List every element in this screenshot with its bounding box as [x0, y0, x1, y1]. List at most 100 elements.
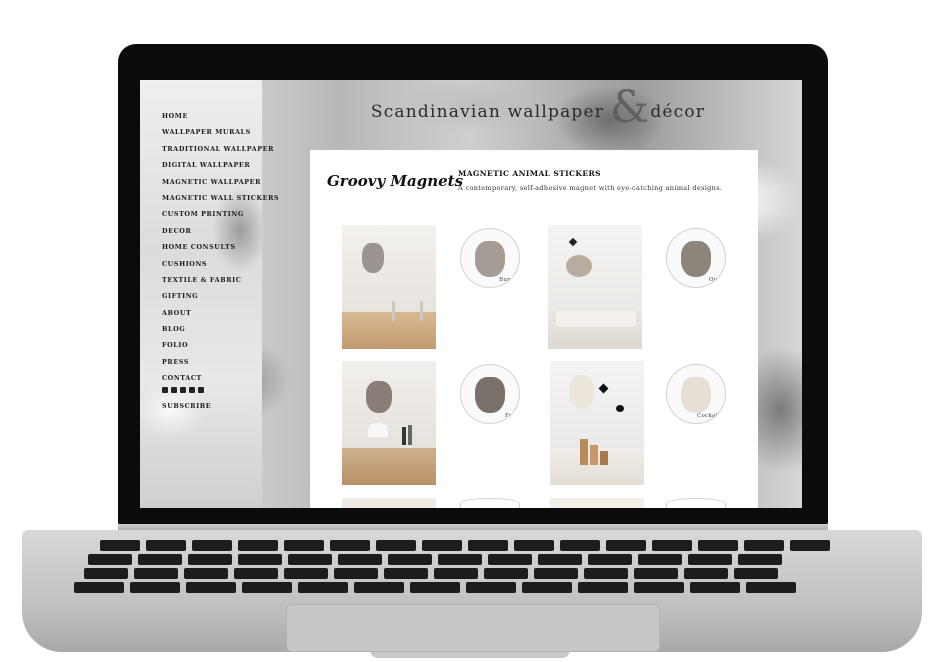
keyboard-key [422, 540, 462, 551]
nav-item-folio[interactable]: FOLIO [162, 337, 279, 353]
nav-item-textile-fabric[interactable]: TEXTILE & FABRIC [162, 272, 279, 288]
keyboard-key [74, 582, 124, 593]
product-caption: Cockatiel [697, 413, 726, 419]
keyboard-key [88, 554, 132, 565]
keyboard-key [538, 554, 582, 565]
nav-item-press[interactable]: PRESS [162, 354, 279, 370]
logo-ampersand: & [610, 82, 650, 133]
content-panel: Groovy Magnets MAGNETIC ANIMAL STICKERS … [310, 150, 758, 508]
keyboard-key [134, 568, 178, 579]
keyboard-key [744, 540, 784, 551]
keyboard-key [384, 568, 428, 579]
product-thumbnail-cockatiel[interactable]: Cockatiel [666, 364, 726, 424]
nav-item-cushions[interactable]: CUSHIONS [162, 256, 279, 272]
keyboard-key [438, 554, 482, 565]
keyboard-key [288, 554, 332, 565]
product-thumbnail-fox[interactable]: Fox [460, 364, 520, 424]
nav-item-blog[interactable]: BLOG [162, 321, 279, 337]
site-title[interactable]: Scandinavian wallpaper décor [348, 102, 728, 122]
pinterest-icon[interactable] [171, 387, 177, 393]
nav-item-magnetic-wall-stickers[interactable]: MAGNETIC WALL STICKERS [162, 190, 279, 206]
instagram-icon[interactable] [189, 387, 195, 393]
product-thumbnail-bunny[interactable]: Bunny [460, 228, 520, 288]
keyboard-key [100, 540, 140, 551]
keyboard-key [522, 582, 572, 593]
product-thumbnail-partial[interactable] [460, 498, 520, 508]
nav-item-custom-printing[interactable]: CUSTOM PRINTING [162, 206, 279, 222]
brand-logo: Groovy Magnets [327, 172, 464, 190]
nav-item-decor[interactable]: DECOR [162, 223, 279, 239]
keyboard-key [534, 568, 578, 579]
keyboard-key [484, 568, 528, 579]
twitter-icon[interactable] [180, 387, 186, 393]
keyboard [60, 540, 884, 600]
subscribe-link[interactable]: SUBSCRIBE [162, 402, 211, 410]
houzz-icon[interactable] [198, 387, 204, 393]
product-caption: Fox [505, 413, 516, 419]
keyboard-key [84, 568, 128, 579]
keyboard-key [410, 582, 460, 593]
product-caption: Bunny [499, 277, 519, 283]
product-photo[interactable] [548, 225, 642, 349]
nav-item-wallpaper-murals[interactable]: WALLPAPER MURALS [162, 124, 279, 140]
trackpad [286, 604, 660, 652]
keyboard-key [688, 554, 732, 565]
keyboard-key [242, 582, 292, 593]
keyboard-key [192, 540, 232, 551]
keyboard-key [746, 582, 796, 593]
nav-item-home-consults[interactable]: HOME CONSULTS [162, 239, 279, 255]
nav-item-traditional-wallpaper[interactable]: TRADITIONAL WALLPAPER [162, 141, 279, 157]
keyboard-key [388, 554, 432, 565]
product-photo-partial[interactable] [342, 498, 436, 508]
product-thumbnail-partial[interactable] [666, 498, 726, 508]
keyboard-key [514, 540, 554, 551]
keyboard-key [684, 568, 728, 579]
keyboard-key [638, 554, 682, 565]
product-photo[interactable] [342, 361, 436, 485]
keyboard-key [188, 554, 232, 565]
keyboard-key [434, 568, 478, 579]
product-photo-partial[interactable] [550, 498, 644, 508]
keyboard-key [146, 540, 186, 551]
facebook-icon[interactable] [162, 387, 168, 393]
keyboard-key [588, 554, 632, 565]
product-photo[interactable] [550, 361, 644, 485]
keyboard-key [284, 568, 328, 579]
keyboard-key [284, 540, 324, 551]
keyboard-key [338, 554, 382, 565]
keyboard-key [330, 540, 370, 551]
keyboard-key [376, 540, 416, 551]
keyboard-key [634, 582, 684, 593]
site-title-text: Scandinavian wallpaper [370, 102, 605, 122]
product-thumbnail-owl[interactable]: Owl [666, 228, 726, 288]
keyboard-key [606, 540, 646, 551]
keyboard-key [234, 568, 278, 579]
nav-item-home[interactable]: HOME [162, 108, 279, 124]
laptop-screen: Scandinavian wallpaper décor & HOME WALL… [140, 80, 802, 508]
keyboard-key [738, 554, 782, 565]
keyboard-key [468, 540, 508, 551]
keyboard-key [186, 582, 236, 593]
site-title-tail: décor [650, 102, 706, 122]
keyboard-key [334, 568, 378, 579]
main-nav: HOME WALLPAPER MURALS TRADITIONAL WALLPA… [162, 108, 279, 387]
keyboard-key [238, 540, 278, 551]
keyboard-key [354, 582, 404, 593]
product-photo[interactable] [342, 225, 436, 349]
keyboard-key [488, 554, 532, 565]
keyboard-key [466, 582, 516, 593]
keyboard-key [634, 568, 678, 579]
nav-item-about[interactable]: ABOUT [162, 305, 279, 321]
article-description: A contemporary, self-adhesive magnet wit… [458, 184, 723, 192]
nav-item-gifting[interactable]: GIFTING [162, 288, 279, 304]
keyboard-key [790, 540, 830, 551]
nav-item-digital-wallpaper[interactable]: DIGITAL WALLPAPER [162, 157, 279, 173]
keyboard-key [584, 568, 628, 579]
article-title: MAGNETIC ANIMAL STICKERS [458, 169, 601, 178]
keyboard-key [560, 540, 600, 551]
keyboard-key [698, 540, 738, 551]
nav-item-magnetic-wallpaper[interactable]: MAGNETIC WALLPAPER [162, 174, 279, 190]
nav-item-contact[interactable]: CONTACT [162, 370, 279, 386]
keyboard-key [652, 540, 692, 551]
keyboard-key [298, 582, 348, 593]
